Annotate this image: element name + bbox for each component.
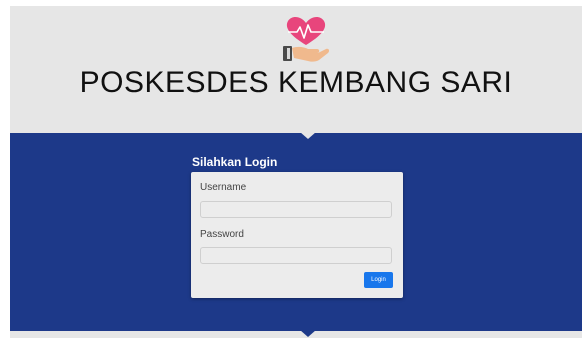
header-notch [300,132,316,139]
username-input[interactable] [200,201,392,218]
password-input[interactable] [200,247,392,264]
username-label: Username [200,182,247,193]
header: POSKESDES KEMBANG SARI [10,6,582,133]
password-label: Password [200,229,244,240]
heart-in-hand-icon [283,17,330,62]
login-form: Username Password Login [191,172,403,298]
login-button[interactable]: Login [364,272,393,288]
site-title: POSKESDES KEMBANG SARI [79,66,513,99]
band-notch [300,330,316,337]
login-heading: Silahkan Login [192,155,278,169]
